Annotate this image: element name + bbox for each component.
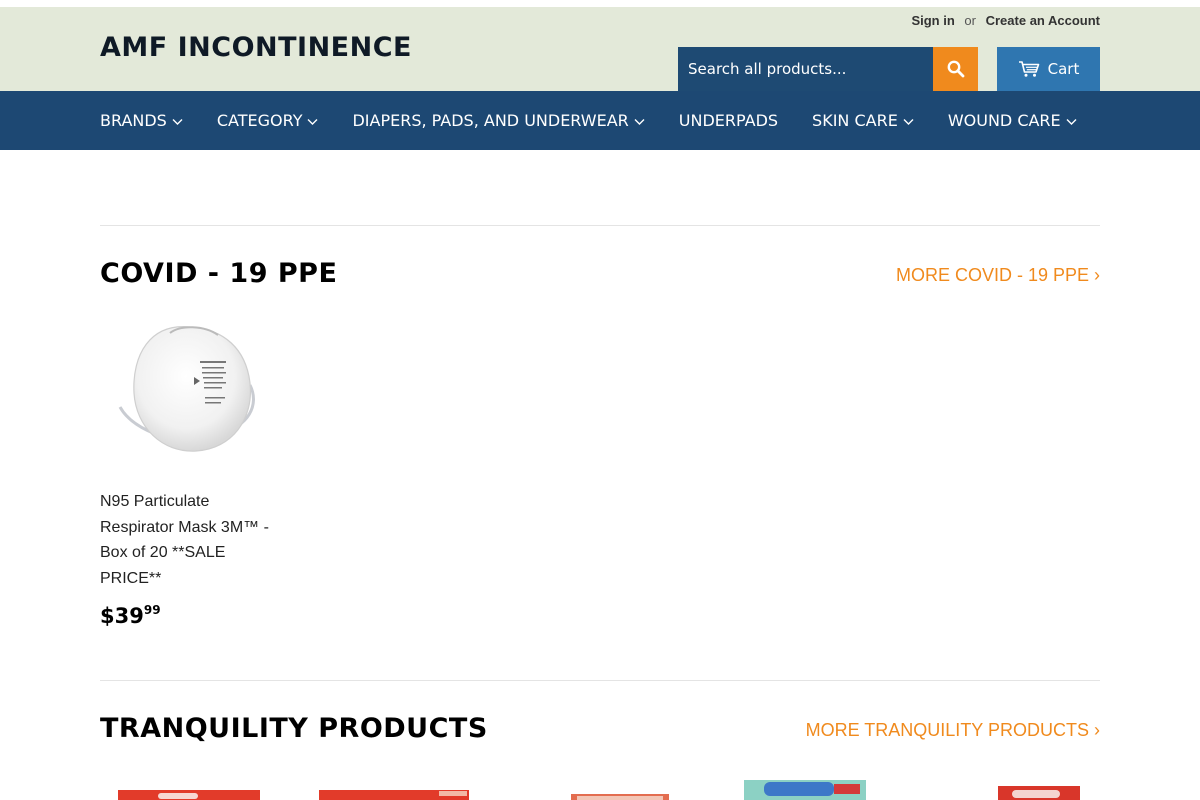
- product-package-image: [998, 786, 1080, 800]
- cart-button[interactable]: Cart: [997, 47, 1100, 91]
- respirator-mask-image: [118, 326, 255, 452]
- nav-item-label: DIAPERS, PADS, AND UNDERWEAR: [352, 111, 629, 130]
- sign-in-link[interactable]: Sign in: [911, 13, 954, 28]
- product-name[interactable]: N95 Particulate Respirator Mask 3M™ - Bo…: [100, 489, 280, 592]
- product-price: $3999: [100, 603, 161, 628]
- product-thumbnail[interactable]: [571, 778, 669, 800]
- nav-item-underpads[interactable]: UNDERPADS: [679, 111, 778, 130]
- nav-item-wound-care[interactable]: WOUND CARE: [948, 111, 1077, 130]
- or-separator: or: [964, 13, 976, 28]
- site-title[interactable]: AMF INCONTINENCE: [100, 32, 412, 63]
- chevron-down-icon: [634, 111, 645, 130]
- section-divider: [100, 225, 1100, 226]
- create-account-link[interactable]: Create an Account: [986, 13, 1100, 28]
- section-title-covid[interactable]: COVID - 19 PPE: [100, 258, 337, 289]
- chevron-down-icon: [307, 111, 318, 130]
- product-image-n95-mask[interactable]: [100, 315, 275, 475]
- main-nav: BRANDS CATEGORY DIAPERS, PADS, AND UNDER…: [0, 91, 1200, 150]
- chevron-down-icon: [903, 111, 914, 130]
- nav-item-category[interactable]: CATEGORY: [217, 111, 319, 130]
- search-button[interactable]: [933, 47, 978, 91]
- price-cents: 99: [143, 603, 161, 617]
- section-title-tranquility[interactable]: TRANQUILITY PRODUCTS: [100, 713, 488, 744]
- nav-list: BRANDS CATEGORY DIAPERS, PADS, AND UNDER…: [100, 91, 1111, 150]
- more-covid-link[interactable]: MORE COVID - 19 PPE ›: [896, 265, 1100, 286]
- nav-item-skin-care[interactable]: SKIN CARE: [812, 111, 914, 130]
- nav-item-label: UNDERPADS: [678, 111, 779, 130]
- product-package-image: [744, 780, 866, 800]
- cart-label: Cart: [1047, 60, 1080, 78]
- site-header: Sign in or Create an Account AMF INCONTI…: [0, 7, 1200, 91]
- top-strip: [0, 0, 1200, 7]
- nav-item-label: BRANDS: [100, 111, 167, 130]
- more-tranquility-link[interactable]: MORE TRANQUILITY PRODUCTS ›: [806, 720, 1100, 741]
- nav-item-label: CATEGORY: [216, 111, 303, 130]
- product-thumbnail[interactable]: [998, 778, 1080, 800]
- search-input[interactable]: Search all products...: [678, 47, 933, 91]
- chevron-down-icon: [172, 111, 183, 130]
- nav-item-brands[interactable]: BRANDS: [100, 111, 183, 130]
- chevron-down-icon: [1066, 111, 1077, 130]
- product-thumbnail[interactable]: [118, 778, 260, 800]
- price-dollars: $39: [100, 604, 144, 628]
- product-package-image: [118, 790, 260, 800]
- product-thumbnail[interactable]: [744, 778, 866, 800]
- nav-item-label: WOUND CARE: [947, 111, 1061, 130]
- search-form: Search all products...: [678, 47, 978, 91]
- account-links: Sign in or Create an Account: [911, 13, 1100, 28]
- nav-item-label: SKIN CARE: [812, 111, 898, 130]
- section-divider: [100, 680, 1100, 681]
- product-thumbnail[interactable]: [319, 778, 469, 800]
- search-icon: [947, 60, 964, 78]
- nav-item-diapers[interactable]: DIAPERS, PADS, AND UNDERWEAR: [352, 111, 645, 130]
- product-package-image: [319, 790, 469, 800]
- product-package-image: [571, 794, 669, 800]
- cart-icon: [1018, 61, 1039, 77]
